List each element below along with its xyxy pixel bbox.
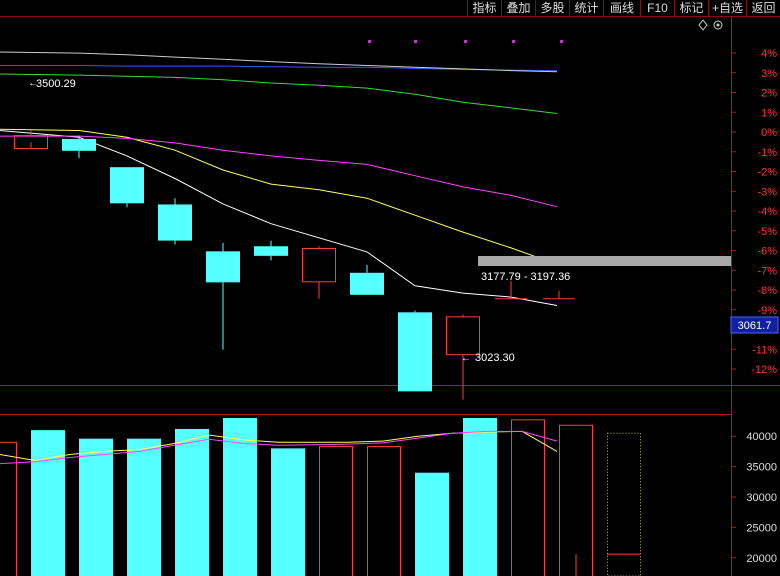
price-axis-label: -1% <box>757 147 777 159</box>
price-axis-label: 2% <box>761 88 777 100</box>
candle-body <box>254 246 288 256</box>
price-axis-label: -6% <box>757 246 777 258</box>
price-axis-label: -3% <box>757 186 777 198</box>
price-axis-label: 1% <box>761 107 777 119</box>
price-axis-label: -11% <box>752 344 777 356</box>
candle <box>398 310 432 392</box>
candle-body <box>398 312 432 392</box>
price-axis-label: -5% <box>757 226 777 238</box>
volume-axis-label: 35000 <box>746 462 777 474</box>
price-axis-label: 0% <box>761 127 777 139</box>
current-price-label: 3061.7 <box>738 320 772 332</box>
volume-bar <box>415 472 449 576</box>
chart-background <box>0 17 780 576</box>
low-label: 3023.30 <box>475 352 515 364</box>
range-label: 3177.79 - 3197.36 <box>481 271 570 283</box>
range-highlight-bar <box>478 256 731 266</box>
volume-axis-label: 25000 <box>746 522 777 534</box>
candle-body <box>206 251 240 283</box>
price-axis-label: -7% <box>757 265 777 277</box>
price-axis-label: -2% <box>757 167 777 179</box>
high-annotation: ← 3500.29 <box>28 78 76 90</box>
price-axis-label: 4% <box>761 48 777 60</box>
candle-body <box>350 272 384 295</box>
price-axis-label: 3% <box>761 68 777 80</box>
volume-bar <box>271 448 305 576</box>
high-label: 3500.29 <box>36 78 76 90</box>
low-annotation: ← 3023.30 <box>461 352 515 364</box>
candle-body <box>62 138 96 151</box>
candle <box>110 167 144 208</box>
price-axis-label: -9% <box>757 305 777 317</box>
kline-chart[interactable]: 4%3%2%1%0%-1%-2%-3%-4%-5%-6%-7%-8%-9%-10… <box>0 0 780 576</box>
volume-axis-label: 40000 <box>746 431 777 443</box>
price-axis-label: -4% <box>757 206 777 218</box>
volume-bar <box>79 438 113 576</box>
volume-bar <box>463 418 497 576</box>
volume-bar <box>175 428 209 576</box>
low-arrow-icon: ← <box>461 353 471 364</box>
price-axis-label: -12% <box>751 364 777 376</box>
volume-axis-label: 30000 <box>746 492 777 504</box>
current-price-tag: 3061.7 <box>730 316 779 334</box>
candle-body <box>110 167 144 204</box>
volume-bar <box>31 430 65 576</box>
candle <box>158 198 192 245</box>
volume-axis-label: 20000 <box>746 553 777 565</box>
volume-bar <box>127 438 161 576</box>
price-axis-label: -8% <box>757 285 777 297</box>
candle-body <box>158 204 192 241</box>
